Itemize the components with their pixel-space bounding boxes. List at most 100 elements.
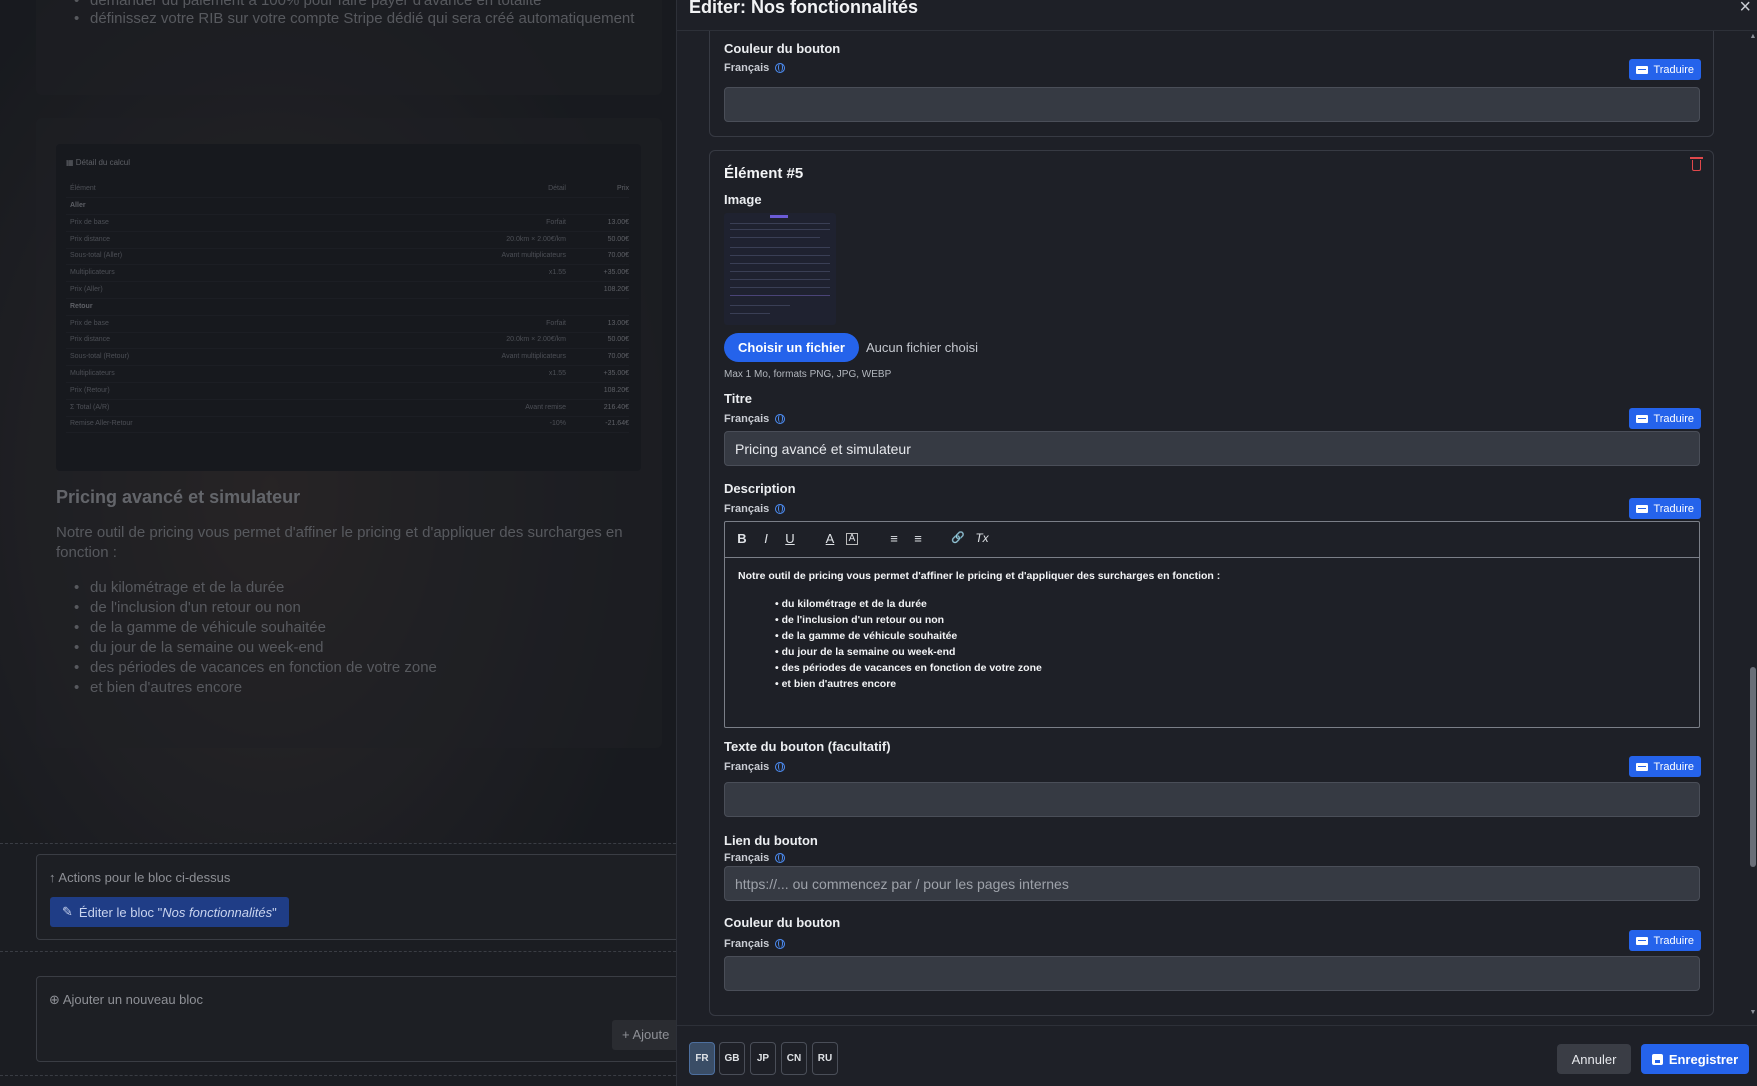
button-text-input[interactable] (724, 782, 1700, 817)
preview-line (730, 279, 830, 280)
list-item: du jour de la semaine ou week-end (775, 644, 1042, 660)
field-label: Texte du bouton (facultatif) (724, 739, 891, 754)
element-card-4: Couleur du bouton Français Traduire (709, 31, 1714, 137)
lang-tab-gb[interactable]: GB (719, 1042, 745, 1075)
translate-button[interactable]: Traduire (1629, 408, 1701, 429)
block-actions-area: ↑ Actions pour le bloc ci-dessus ✎ Édite… (0, 843, 676, 1086)
list-item: du kilométrage et de la durée (775, 596, 1042, 612)
text-color-icon[interactable]: A (822, 531, 838, 546)
modal-scrollbar[interactable]: ▲ ▼ (1748, 31, 1757, 1021)
lang-indicator: Français (724, 62, 786, 74)
translate-button[interactable]: Traduire (1629, 930, 1701, 951)
edit-modal: Éditer: Nos fonctionnalités × Couleur du… (676, 0, 1757, 1086)
editor-bullets: du kilométrage et de la durée de l'inclu… (775, 596, 1042, 692)
translate-icon (1636, 65, 1649, 74)
lang-indicator: Français (724, 413, 786, 425)
cancel-button[interactable]: Annuler (1557, 1044, 1631, 1074)
globe-icon (775, 63, 786, 73)
modal-body: Couleur du bouton Français Traduire Élém… (693, 31, 1739, 1025)
list-item: des périodes de vacances en fonction de … (775, 660, 1042, 676)
underline-icon[interactable]: U (782, 531, 798, 546)
save-button[interactable]: Enregistrer (1641, 1044, 1749, 1074)
bullet-list-icon[interactable]: ≡ (910, 531, 926, 546)
link-icon[interactable]: 🔗 (950, 531, 966, 544)
actions-label: ↑ Actions pour le bloc ci-dessus (49, 870, 231, 885)
plus-circle-icon: ⊕ (49, 992, 60, 1007)
file-status: Aucun fichier choisi (866, 340, 978, 355)
globe-icon (775, 414, 786, 424)
modal-footer: FR GB JP CN RU Annuler Enregistrer (677, 1025, 1757, 1086)
preview-line (730, 237, 820, 238)
button-color-input[interactable] (724, 956, 1700, 991)
edit-block-label: Éditer le bloc "Nos fonctionnalités" (78, 904, 277, 920)
lang-indicator: Français (724, 503, 786, 515)
lang-tab-cn[interactable]: CN (781, 1042, 807, 1075)
list-item: de la gamme de véhicule souhaitée (775, 628, 1042, 644)
clear-format-icon[interactable]: Tx (974, 531, 990, 545)
preview-line (730, 295, 830, 296)
lang-indicator: Français (724, 761, 786, 773)
translate-button[interactable]: Traduire (1629, 59, 1701, 80)
editor-toolbar: B I U A A ≡ ≡ 🔗 Tx (725, 522, 1699, 558)
element-title: Élément #5 (724, 165, 804, 182)
preview-line (730, 263, 830, 264)
italic-icon[interactable]: I (758, 531, 774, 546)
preview-line (730, 313, 770, 314)
lang-tab-ru[interactable]: RU (812, 1042, 838, 1075)
scroll-up-icon[interactable]: ▲ (1748, 33, 1757, 40)
globe-icon (775, 939, 786, 949)
preview-line (730, 305, 790, 306)
translate-icon (1636, 936, 1649, 945)
translate-button[interactable]: Traduire (1629, 756, 1701, 777)
globe-icon (775, 762, 786, 772)
trash-icon[interactable] (1690, 157, 1703, 171)
highlight-icon[interactable]: A (846, 533, 858, 545)
translate-icon (1636, 762, 1649, 771)
file-hint: Max 1 Mo, formats PNG, JPG, WEBP (724, 369, 892, 380)
add-block-label: ⊕ Ajouter un nouveau bloc (49, 992, 204, 1007)
edit-block-button[interactable]: ✎ Éditer le bloc "Nos fonctionnalités" (50, 897, 289, 927)
edit-icon: ✎ (62, 904, 73, 919)
preview-line (730, 271, 830, 272)
globe-icon (775, 853, 786, 863)
editor-paragraph: Notre outil de pricing vous permet d'aff… (738, 570, 1221, 582)
save-icon (1651, 1053, 1663, 1065)
preview-line (730, 223, 830, 224)
field-label: Couleur du bouton (724, 915, 841, 930)
divider (0, 1075, 676, 1076)
field-label: Couleur du bouton (724, 41, 841, 56)
preview-line (730, 229, 830, 230)
field-label: Titre (724, 391, 752, 406)
close-icon[interactable]: × (1739, 0, 1751, 19)
translate-button[interactable]: Traduire (1629, 498, 1701, 519)
scroll-down-icon[interactable]: ▼ (1748, 1009, 1757, 1016)
field-label: Lien du bouton (724, 833, 818, 848)
add-block-box: ⊕ Ajouter un nouveau bloc + Ajoute (36, 976, 676, 1062)
divider (0, 843, 676, 844)
scrollbar-thumb[interactable] (1750, 667, 1756, 867)
list-item: de l'inclusion d'un retour ou non (775, 612, 1042, 628)
preview-line (730, 255, 830, 256)
bold-icon[interactable]: B (734, 531, 750, 546)
list-item: et bien d'autres encore (775, 676, 1042, 692)
button-link-input[interactable]: https://... ou commencez par / pour les … (724, 866, 1700, 901)
choose-file-button[interactable]: Choisir un fichier (724, 333, 859, 362)
preview-line (730, 287, 830, 288)
field-label: Description (724, 481, 796, 496)
title-input[interactable]: Pricing avancé et simulateur (724, 431, 1700, 466)
translate-icon (1636, 414, 1649, 423)
modal-title: Éditer: Nos fonctionnalités (689, 0, 919, 17)
lang-tab-jp[interactable]: JP (750, 1042, 776, 1075)
lang-tab-fr[interactable]: FR (689, 1042, 715, 1075)
block-actions-box: ↑ Actions pour le bloc ci-dessus ✎ Édite… (36, 854, 676, 940)
button-color-input[interactable] (724, 87, 1700, 122)
description-editor[interactable]: B I U A A ≡ ≡ 🔗 Tx Notre outil de pricin… (724, 521, 1700, 728)
ordered-list-icon[interactable]: ≡ (886, 531, 902, 546)
divider (0, 951, 676, 952)
background-page: demander du paiement à 100% pour faire p… (0, 0, 676, 1086)
add-block-button[interactable]: + Ajoute (612, 1020, 676, 1050)
element-card-5: Élément #5 Image Choisir un fichier Aucu… (709, 150, 1714, 1016)
preview-line (730, 247, 830, 248)
lang-indicator: Français (724, 938, 786, 950)
lang-indicator: Français (724, 852, 786, 864)
